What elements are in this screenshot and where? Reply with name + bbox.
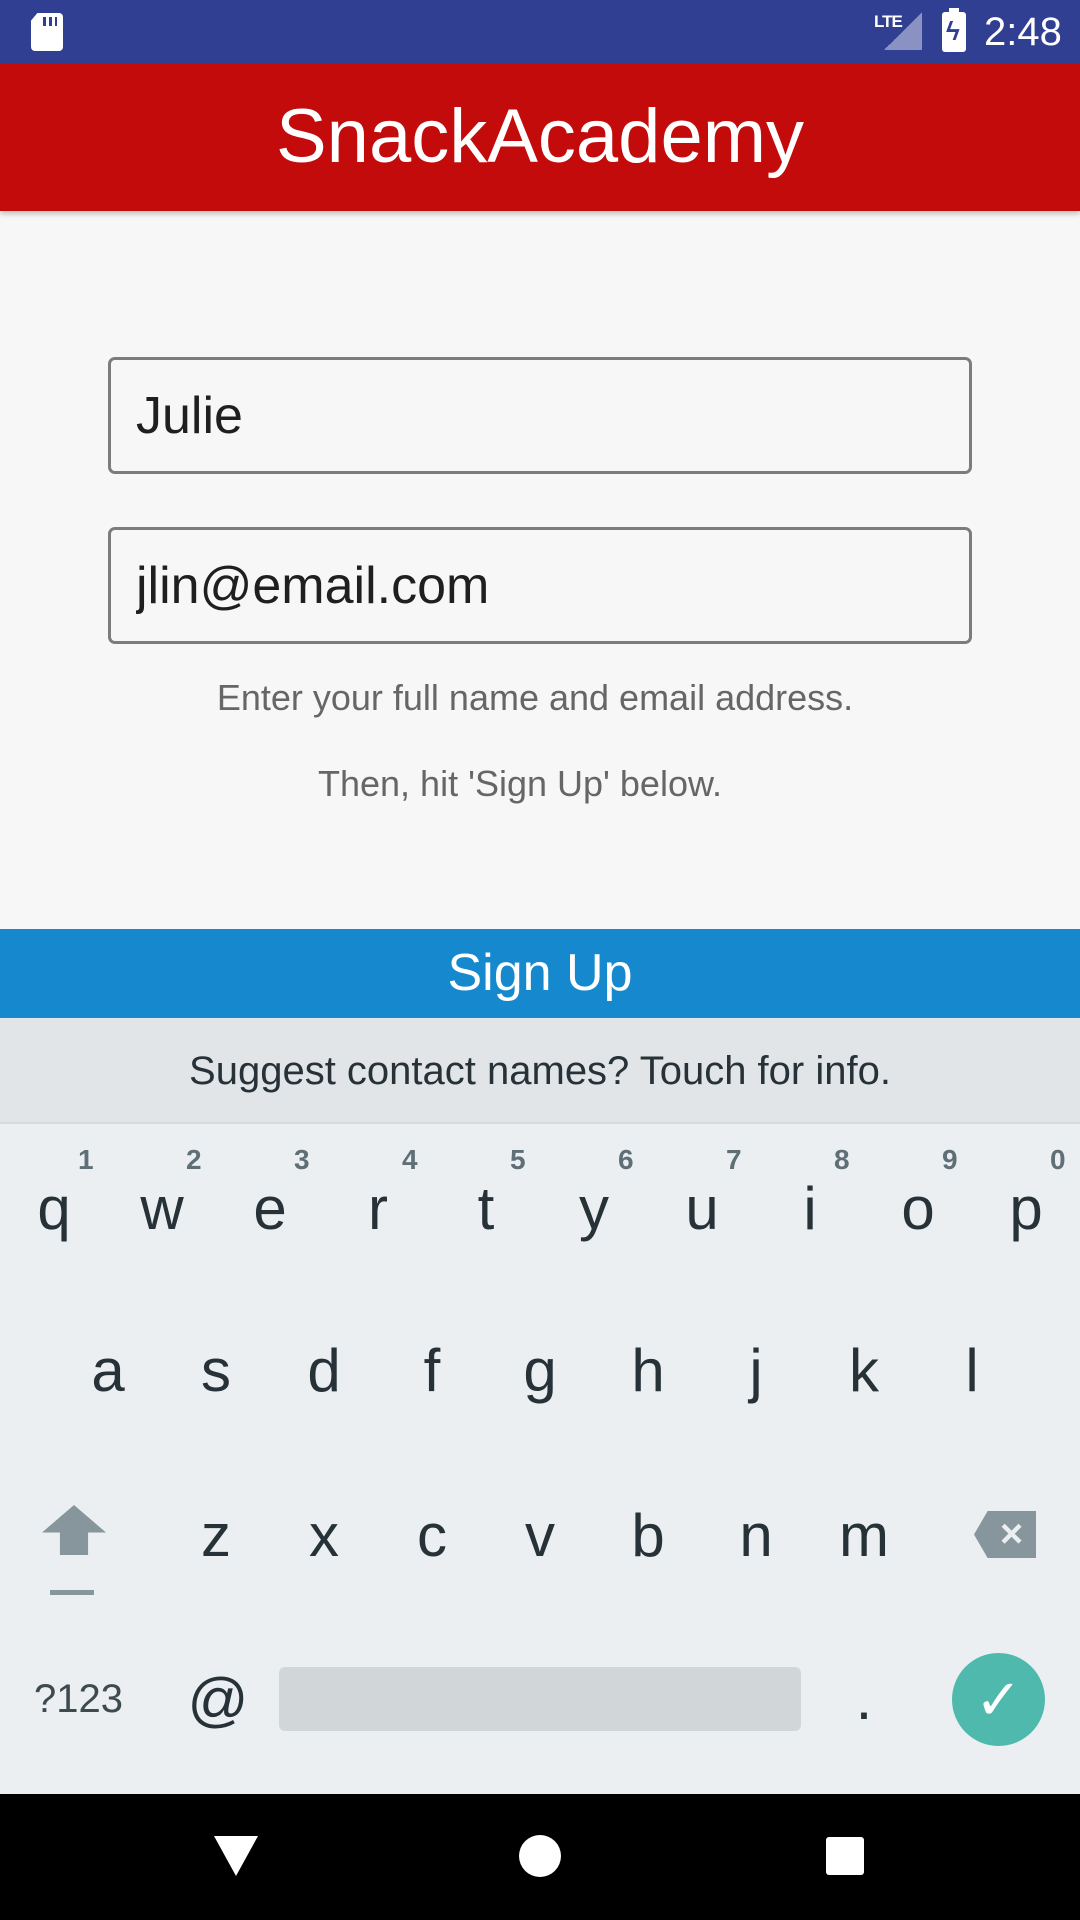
key-v[interactable]: v — [495, 1500, 585, 1572]
key-o[interactable]: o — [873, 1173, 963, 1245]
shift-key[interactable] — [42, 1505, 106, 1595]
key-hint-4: 5 — [510, 1144, 526, 1175]
at-key[interactable]: @ — [178, 1664, 258, 1736]
battery-charging-icon — [942, 8, 966, 52]
sign-up-button[interactable]: Sign Up — [0, 929, 1080, 1018]
recent-apps-icon[interactable] — [826, 1837, 864, 1875]
key-hint-0: 1 — [78, 1144, 94, 1175]
help-text-2: Then, hit 'Sign Up' below. — [318, 763, 722, 804]
shift-icon — [42, 1505, 106, 1555]
key-hint-8: 9 — [942, 1144, 958, 1175]
key-hint-9: 0 — [1050, 1144, 1066, 1175]
back-icon[interactable] — [214, 1836, 258, 1876]
key-x[interactable]: x — [279, 1500, 369, 1572]
contact-suggestion-bar[interactable]: Suggest contact names? Touch for info. — [0, 1018, 1080, 1124]
key-hint-5: 6 — [618, 1144, 634, 1175]
key-hint-7: 8 — [834, 1144, 850, 1175]
symbols-key[interactable]: ?123 — [34, 1677, 123, 1722]
name-input[interactable] — [111, 360, 969, 471]
key-j[interactable]: j — [711, 1335, 801, 1407]
clock: 2:48 — [984, 10, 1062, 54]
key-p[interactable]: p — [981, 1173, 1071, 1245]
status-bar: LTE 2:48 — [0, 0, 1080, 63]
key-r[interactable]: r — [333, 1173, 423, 1245]
key-a[interactable]: a — [63, 1335, 153, 1407]
key-q[interactable]: q — [9, 1173, 99, 1245]
app-title: SnackAcademy — [275, 94, 805, 179]
key-hint-6: 7 — [726, 1144, 742, 1175]
key-c[interactable]: c — [387, 1500, 477, 1572]
key-f[interactable]: f — [387, 1335, 477, 1407]
navigation-bar — [0, 1794, 1080, 1920]
email-input[interactable] — [111, 530, 969, 641]
sd-card-icon — [31, 13, 63, 51]
signal-icon — [884, 12, 922, 50]
key-y[interactable]: y — [549, 1173, 639, 1245]
key-z[interactable]: z — [171, 1500, 261, 1572]
key-hint-2: 3 — [294, 1144, 310, 1175]
key-h[interactable]: h — [603, 1335, 693, 1407]
key-u[interactable]: u — [657, 1173, 747, 1245]
key-s[interactable]: s — [171, 1335, 261, 1407]
key-l[interactable]: l — [927, 1335, 1017, 1407]
help-text-1: Enter your full name and email address. — [216, 677, 854, 718]
shift-indicator — [50, 1590, 94, 1595]
check-icon[interactable]: ✓ — [952, 1653, 1045, 1746]
key-b[interactable]: b — [603, 1500, 693, 1572]
key-hint-3: 4 — [402, 1144, 418, 1175]
name-field[interactable] — [108, 357, 972, 474]
key-m[interactable]: m — [819, 1500, 909, 1572]
key-d[interactable]: d — [279, 1335, 369, 1407]
home-icon[interactable] — [519, 1835, 561, 1877]
key-n[interactable]: n — [711, 1500, 801, 1572]
space-key[interactable] — [279, 1667, 801, 1731]
key-e[interactable]: e — [225, 1173, 315, 1245]
period-key[interactable]: . — [832, 1663, 896, 1735]
key-w[interactable]: w — [117, 1173, 207, 1245]
key-g[interactable]: g — [495, 1335, 585, 1407]
email-field[interactable] — [108, 527, 972, 644]
key-t[interactable]: t — [441, 1173, 531, 1245]
key-hint-1: 2 — [186, 1144, 202, 1175]
key-i[interactable]: i — [765, 1173, 855, 1245]
app-bar: SnackAcademy — [0, 63, 1080, 211]
key-k[interactable]: k — [819, 1335, 909, 1407]
